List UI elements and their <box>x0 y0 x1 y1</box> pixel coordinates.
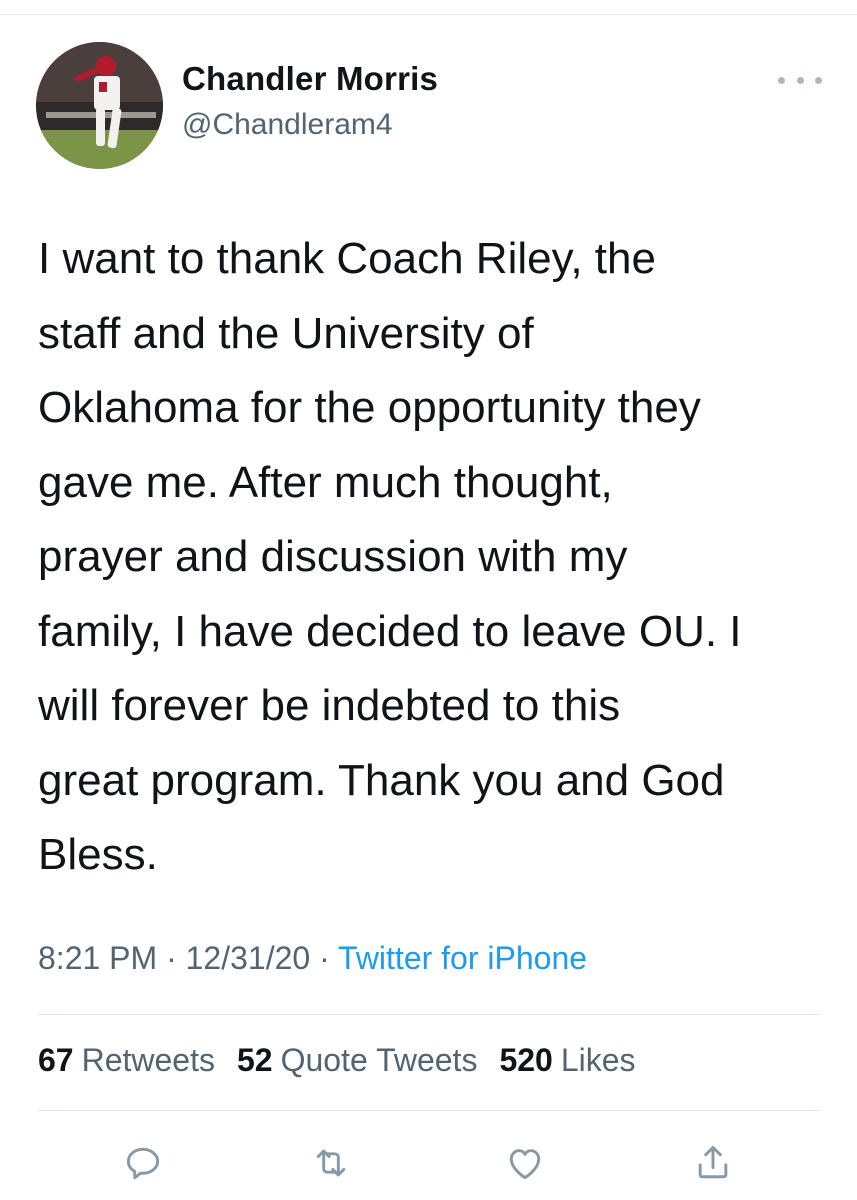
divider <box>38 1014 821 1015</box>
share-icon <box>698 1145 728 1179</box>
retweet-icon <box>316 1149 346 1177</box>
meta-separator: · <box>166 940 177 976</box>
avatar[interactable] <box>36 42 163 169</box>
tweet-source-link[interactable]: Twitter for iPhone <box>338 940 587 976</box>
retweets-label: Retweets <box>81 1042 215 1078</box>
reply-icon <box>126 1147 160 1180</box>
quote-tweets-label: Quote Tweets <box>280 1042 478 1078</box>
more-dot <box>815 76 822 84</box>
reply-button[interactable] <box>118 1138 168 1188</box>
more-dot <box>778 76 785 84</box>
divider <box>38 1110 821 1111</box>
more-dot <box>796 76 804 84</box>
like-icon <box>509 1149 541 1180</box>
tweet-time[interactable]: 8:21 PM <box>38 940 157 976</box>
quote-tweets-stat[interactable]: 52 Quote Tweets <box>237 1042 477 1079</box>
quote-tweets-count: 52 <box>236 1042 273 1078</box>
share-button[interactable] <box>688 1138 738 1188</box>
avatar-photo <box>36 42 163 169</box>
meta-separator: · <box>319 940 330 976</box>
retweet-button[interactable] <box>306 1138 356 1188</box>
tweet-meta: 8:21 PM · 12/31/20 · Twitter for iPhone <box>38 940 587 977</box>
likes-stat[interactable]: 520 Likes <box>499 1042 635 1079</box>
top-divider <box>0 14 857 15</box>
more-options-icon[interactable] <box>778 70 822 90</box>
likes-label: Likes <box>560 1042 636 1078</box>
tweet-stats: 67 Retweets 52 Quote Tweets 520 Likes <box>38 1042 636 1079</box>
tweet-date[interactable]: 12/31/20 <box>186 940 311 976</box>
author-handle[interactable]: @Chandleram4 <box>182 108 393 142</box>
retweets-stat[interactable]: 67 Retweets <box>38 1042 215 1079</box>
tweet-text: I want to thank Coach Riley, the staff a… <box>38 234 742 879</box>
likes-count: 520 <box>499 1042 553 1078</box>
like-button[interactable] <box>500 1138 550 1188</box>
retweets-count: 67 <box>38 1042 74 1078</box>
tweet-actions-bar <box>0 1138 857 1188</box>
author-display-name[interactable]: Chandler Morris <box>182 60 438 98</box>
